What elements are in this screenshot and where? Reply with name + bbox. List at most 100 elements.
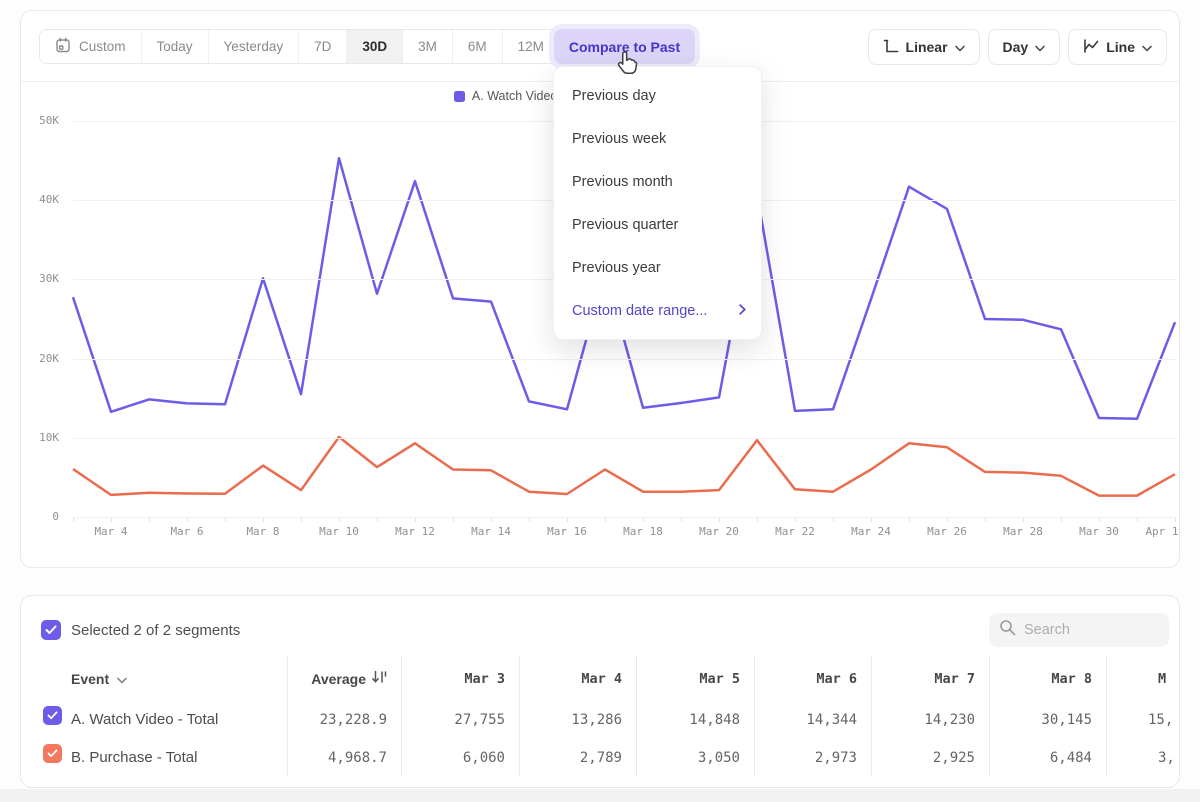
column-header-label: Mar 4 <box>581 671 622 687</box>
x-axis-tick <box>947 517 948 522</box>
x-axis-tick <box>871 517 872 522</box>
table-cell-clipped: 3, <box>1158 748 1175 768</box>
chart-line-b-purchase-total <box>73 437 1175 496</box>
segments-card: Selected 2 of 2 segments EventAverageMar… <box>20 595 1180 788</box>
table-header-mar-6[interactable]: Mar 6 <box>747 669 857 689</box>
x-axis-tick <box>1061 517 1062 522</box>
menu-item-previous-day[interactable]: Previous day <box>554 74 761 117</box>
table-header-mar-3[interactable]: Mar 3 <box>395 669 505 689</box>
check-icon <box>47 749 58 758</box>
x-axis-tick <box>681 517 682 522</box>
x-axis-label: Mar 10 <box>309 525 369 538</box>
menu-item-previous-week[interactable]: Previous week <box>554 117 761 160</box>
x-axis-tick <box>1099 517 1100 522</box>
menu-item-previous-quarter[interactable]: Previous quarter <box>554 203 761 246</box>
row-label-b-purchase-total: B. Purchase - Total <box>71 748 197 768</box>
y-axis-label: 10K <box>21 431 59 444</box>
y-axis-label: 50K <box>21 114 59 127</box>
table-cell: 2,925 <box>865 748 975 768</box>
column-header-label: Mar 5 <box>699 671 740 687</box>
table-cell-clipped: 15, <box>1148 710 1173 730</box>
table-cell: 3,050 <box>630 748 740 768</box>
table-header-mar-8[interactable]: Mar 8 <box>982 669 1092 689</box>
x-axis-label: Mar 14 <box>461 525 521 538</box>
x-axis-label: Mar 20 <box>689 525 749 538</box>
gridline <box>73 438 1177 439</box>
x-axis-label: Mar 22 <box>765 525 825 538</box>
x-axis-label: Mar 12 <box>385 525 445 538</box>
table-cell: 13,286 <box>512 710 622 730</box>
x-axis-tick <box>301 517 302 522</box>
chevron-right-icon <box>739 303 746 319</box>
table-column-divider <box>1106 656 1107 776</box>
x-axis-label: Apr 1 <box>1132 525 1180 538</box>
x-axis-label: Mar 6 <box>157 525 217 538</box>
table-header-clipped: M <box>1158 669 1166 689</box>
table-cell: 6,484 <box>982 748 1092 768</box>
table-cell: 14,344 <box>747 710 857 730</box>
column-header-label: Average <box>311 669 366 689</box>
x-axis-label: Mar 4 <box>81 525 141 538</box>
table-cell: 23,228.9 <box>277 710 387 730</box>
table-header-average[interactable]: Average <box>277 669 387 689</box>
search-icon <box>999 619 1016 641</box>
x-axis-tick <box>339 517 340 522</box>
table-cell: 2,789 <box>512 748 622 768</box>
row-checkbox-a-watch-video-total[interactable] <box>43 706 62 725</box>
x-axis-tick <box>1175 517 1176 522</box>
segment-search[interactable] <box>989 613 1169 647</box>
table-cell: 2,973 <box>747 748 857 768</box>
gridline <box>73 517 1177 518</box>
x-axis-label: Mar 30 <box>1069 525 1129 538</box>
check-icon <box>47 711 58 720</box>
menu-item-label: Custom date range... <box>572 303 707 319</box>
sort-descending-icon <box>372 669 387 689</box>
x-axis-tick <box>529 517 530 522</box>
select-all-checkbox[interactable] <box>41 620 61 640</box>
table-header-mar-5[interactable]: Mar 5 <box>630 669 740 689</box>
menu-item-custom-date-range[interactable]: Custom date range... <box>554 289 761 332</box>
table-cell: 6,060 <box>395 748 505 768</box>
menu-item-previous-month[interactable]: Previous month <box>554 160 761 203</box>
x-axis-tick <box>757 517 758 522</box>
x-axis-label: Mar 26 <box>917 525 977 538</box>
analytics-page: CustomTodayYesterday7D30D3M6M12M Compare… <box>0 0 1200 802</box>
table-cell: 14,230 <box>865 710 975 730</box>
table-cell: 30,145 <box>982 710 1092 730</box>
x-axis-tick <box>111 517 112 522</box>
y-axis-label: 0 <box>21 510 59 523</box>
x-axis-tick <box>73 517 74 522</box>
y-axis-label: 20K <box>21 352 59 365</box>
chevron-down-icon <box>117 669 127 689</box>
table-header-event[interactable]: Event <box>71 669 127 689</box>
x-axis-tick <box>985 517 986 522</box>
x-axis-label: Mar 18 <box>613 525 673 538</box>
compare-to-past-menu: Previous day Previous week Previous month P… <box>553 66 762 340</box>
gridline <box>73 359 1177 360</box>
row-label-a-watch-video-total: A. Watch Video - Total <box>71 710 218 730</box>
menu-item-previous-year[interactable]: Previous year <box>554 246 761 289</box>
x-axis-tick <box>1137 517 1138 522</box>
x-axis-tick <box>605 517 606 522</box>
x-axis-tick <box>453 517 454 522</box>
column-header-label: Mar 7 <box>934 671 975 687</box>
table-cell: 4,968.7 <box>277 748 387 768</box>
x-axis-tick <box>833 517 834 522</box>
x-axis-tick <box>415 517 416 522</box>
y-axis-label: 40K <box>21 193 59 206</box>
column-header-label: Mar 6 <box>816 671 857 687</box>
menu-item-label: Previous week <box>572 131 666 147</box>
search-input[interactable] <box>1024 622 1154 638</box>
table-cell: 14,848 <box>630 710 740 730</box>
row-checkbox-b-purchase-total[interactable] <box>43 744 62 763</box>
x-axis-tick <box>795 517 796 522</box>
table-header-mar-4[interactable]: Mar 4 <box>512 669 622 689</box>
menu-item-label: Previous quarter <box>572 217 678 233</box>
x-axis-tick <box>149 517 150 522</box>
x-axis-tick <box>567 517 568 522</box>
table-header-mar-7[interactable]: Mar 7 <box>865 669 975 689</box>
y-axis-label: 30K <box>21 272 59 285</box>
table-cell: 27,755 <box>395 710 505 730</box>
x-axis-tick <box>909 517 910 522</box>
x-axis-tick <box>643 517 644 522</box>
